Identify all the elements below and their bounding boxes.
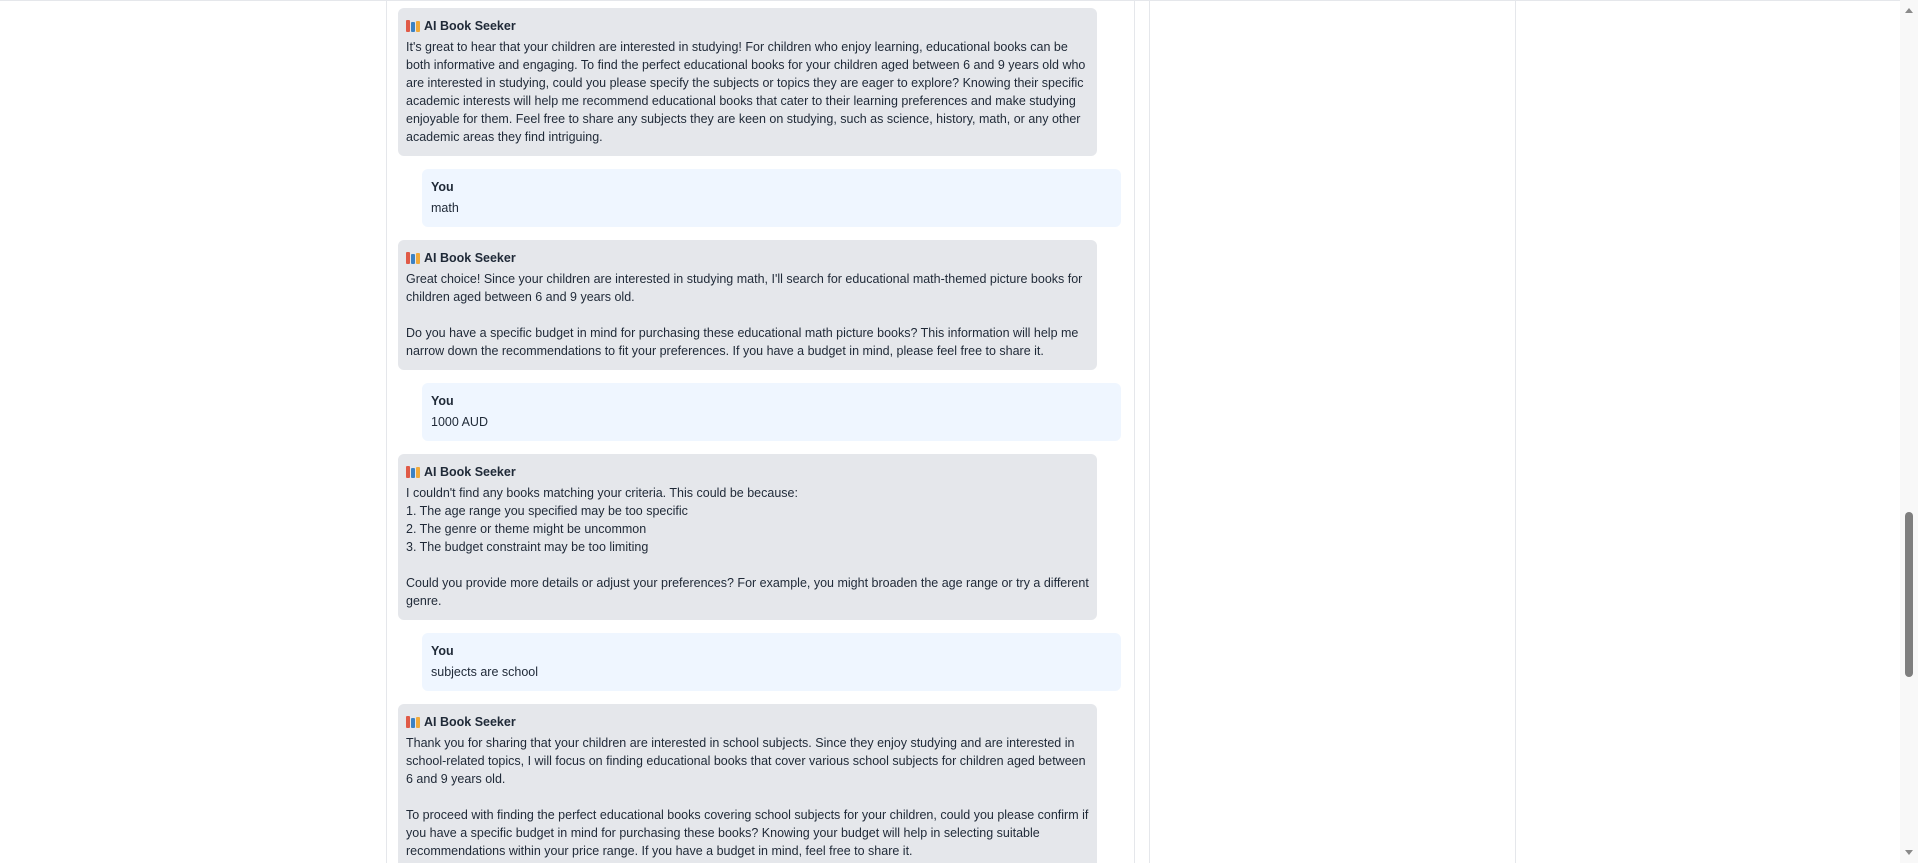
message-paragraph: Do you have a specific budget in mind fo… xyxy=(406,326,1079,358)
message-sender: AI Book Seeker xyxy=(406,17,1089,35)
message-text: math xyxy=(431,201,459,215)
chat-page: AI Book Seeker It's great to hear that y… xyxy=(0,0,1918,863)
user-message: You subjects are school xyxy=(422,633,1121,691)
assistant-message: AI Book Seeker I couldn't find any books… xyxy=(398,454,1097,620)
user-message: You math xyxy=(422,169,1121,227)
scroll-thumb[interactable] xyxy=(1905,512,1913,677)
sender-name: AI Book Seeker xyxy=(424,19,516,33)
sidebar-right-border xyxy=(1515,0,1516,863)
sender-name: AI Book Seeker xyxy=(424,465,516,479)
message-text: 1000 AUD xyxy=(431,415,488,429)
assistant-message: AI Book Seeker It's great to hear that y… xyxy=(398,8,1097,156)
sender-name: AI Book Seeker xyxy=(424,251,516,265)
message-sender: AI Book Seeker xyxy=(406,463,1089,481)
message-paragraph: Great choice! Since your children are in… xyxy=(406,272,1083,304)
list-item: 3. The budget constraint may be too limi… xyxy=(406,540,649,554)
page-scrollbar[interactable] xyxy=(1900,0,1918,863)
top-divider xyxy=(0,0,1900,1)
message-paragraph: To proceed with finding the perfect educ… xyxy=(406,808,1089,858)
message-sender: You xyxy=(431,394,454,408)
chat-left-border xyxy=(386,0,387,863)
assistant-message: AI Book Seeker Thank you for sharing tha… xyxy=(398,704,1097,863)
chat-thread: AI Book Seeker It's great to hear that y… xyxy=(398,8,1121,863)
user-message: You 1000 AUD xyxy=(422,383,1121,441)
sender-name: AI Book Seeker xyxy=(424,715,516,729)
sidebar-left-border xyxy=(1149,0,1150,863)
message-paragraph: It's great to hear that your children ar… xyxy=(406,40,1086,144)
chat-right-border xyxy=(1134,0,1135,863)
message-paragraph: Thank you for sharing that your children… xyxy=(406,736,1086,786)
reasons-list: 1. The age range you specified may be to… xyxy=(406,502,1089,556)
message-sender: AI Book Seeker xyxy=(406,249,1089,267)
scroll-up-arrow-icon[interactable] xyxy=(1905,8,1913,13)
message-sender: You xyxy=(431,644,454,658)
message-outro: Could you provide more details or adjust… xyxy=(406,576,1089,608)
list-item: 2. The genre or theme might be uncommon xyxy=(406,522,647,536)
list-item: 1. The age range you specified may be to… xyxy=(406,504,688,518)
books-icon xyxy=(406,466,420,478)
books-icon xyxy=(406,20,420,32)
message-sender: You xyxy=(431,180,454,194)
books-icon xyxy=(406,716,420,728)
message-intro: I couldn't find any books matching your … xyxy=(406,486,798,500)
message-text: subjects are school xyxy=(431,665,539,679)
scroll-down-arrow-icon[interactable] xyxy=(1905,850,1913,855)
books-icon xyxy=(406,252,420,264)
assistant-message: AI Book Seeker Great choice! Since your … xyxy=(398,240,1097,370)
message-sender: AI Book Seeker xyxy=(406,713,1089,731)
